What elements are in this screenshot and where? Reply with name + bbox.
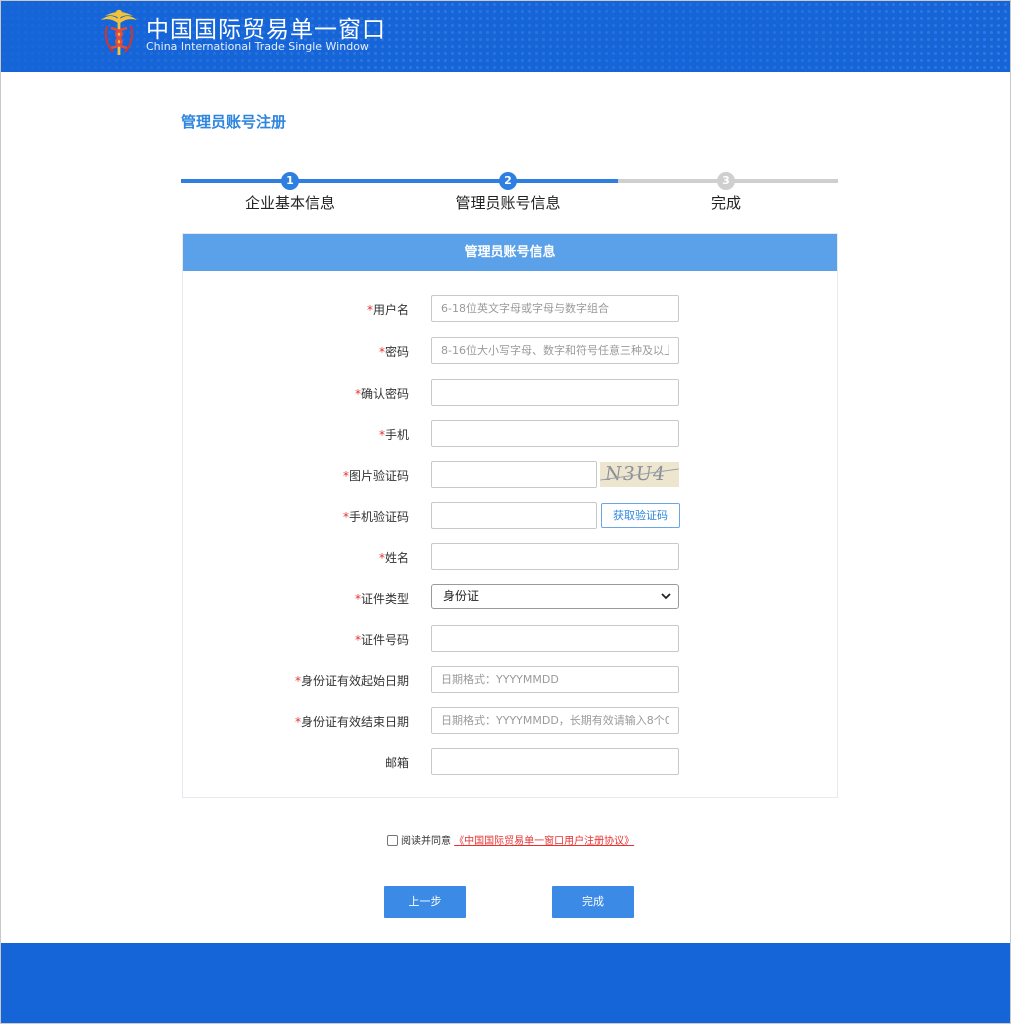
image-captcha-row: *图片验证码 N3U4 [183,461,839,489]
step-1-label: 企业基本信息 [244,194,336,212]
name-input[interactable] [431,543,679,570]
password-label: 密码 [384,345,409,359]
id-type-row: *证件类型 身份证 [183,584,839,612]
sms-code-row: *手机验证码 获取验证码 [183,502,839,530]
name-label: 姓名 [384,551,409,565]
progress-steps: 1 企业基本信息 2 管理员账号信息 3 完成 [181,171,838,212]
username-row: *用户名 [183,295,839,323]
site-title: 中国国际贸易单一窗口 [146,17,386,43]
finish-button[interactable]: 完成 [552,886,634,918]
username-label: 用户名 [372,303,409,317]
image-captcha-input[interactable] [431,461,597,488]
chevron-down-icon [661,593,671,600]
captcha-image[interactable]: N3U4 [600,462,679,487]
sms-code-input[interactable] [431,502,597,529]
progress-track-done [181,179,618,183]
mobile-input[interactable] [431,420,679,447]
confirm-password-row: *确认密码 [183,379,839,407]
email-label: 邮箱 [384,756,409,770]
step-2-circle: 2 [499,172,517,190]
id-number-label: 证件号码 [360,633,409,647]
id-start-date-label: 身份证有效起始日期 [300,674,409,688]
id-type-select[interactable]: 身份证 [431,584,679,609]
id-start-date-input[interactable] [431,666,679,693]
page-title: 管理员账号注册 [181,113,287,131]
id-type-selected: 身份证 [443,589,480,603]
site-footer [1,943,1010,1023]
step-3-label: 完成 [710,194,742,212]
confirm-password-label: 确认密码 [360,387,409,401]
step-3-circle: 3 [717,172,735,190]
id-end-date-row: *身份证有效结束日期 [183,707,839,735]
agreement-line: 阅读并同意 《中国国际贸易单一窗口用户注册协议》 [387,832,634,847]
password-input[interactable] [431,337,679,364]
id-number-input[interactable] [431,625,679,652]
get-sms-code-button[interactable]: 获取验证码 [601,503,680,528]
site-header: 中国国际贸易单一窗口 China International Trade Sin… [1,1,1010,72]
mobile-label: 手机 [384,428,409,442]
confirm-password-input[interactable] [431,379,679,406]
id-type-label: 证件类型 [360,592,409,606]
page-frame: 中国国际贸易单一窗口 China International Trade Sin… [0,0,1011,1024]
password-row: *密码 [183,337,839,365]
previous-step-button[interactable]: 上一步 [384,886,466,918]
email-input[interactable] [431,748,679,775]
image-captcha-label: 图片验证码 [348,469,409,483]
site-subtitle: China International Trade Single Window [146,40,369,53]
agreement-checkbox[interactable] [387,835,398,846]
sms-code-label: 手机验证码 [348,510,409,524]
id-start-date-row: *身份证有效起始日期 [183,666,839,694]
mobile-row: *手机 [183,420,839,448]
step-2-label: 管理员账号信息 [455,194,561,212]
account-form-panel: 管理员账号信息 *用户名 *密码 *确认密码 *手机 *图片验证码 N3U4 [182,233,838,798]
email-row: 邮箱 [183,748,839,776]
id-end-date-input[interactable] [431,707,679,734]
id-number-row: *证件号码 [183,625,839,653]
username-input[interactable] [431,295,679,322]
agreement-link[interactable]: 《中国国际贸易单一窗口用户注册协议》 [454,836,634,847]
id-end-date-label: 身份证有效结束日期 [300,715,409,729]
name-row: *姓名 [183,543,839,571]
step-1-circle: 1 [281,172,299,190]
form-heading: 管理员账号信息 [183,234,837,271]
agreement-text: 阅读并同意 [401,836,451,847]
caduceus-logo-icon [101,9,137,55]
